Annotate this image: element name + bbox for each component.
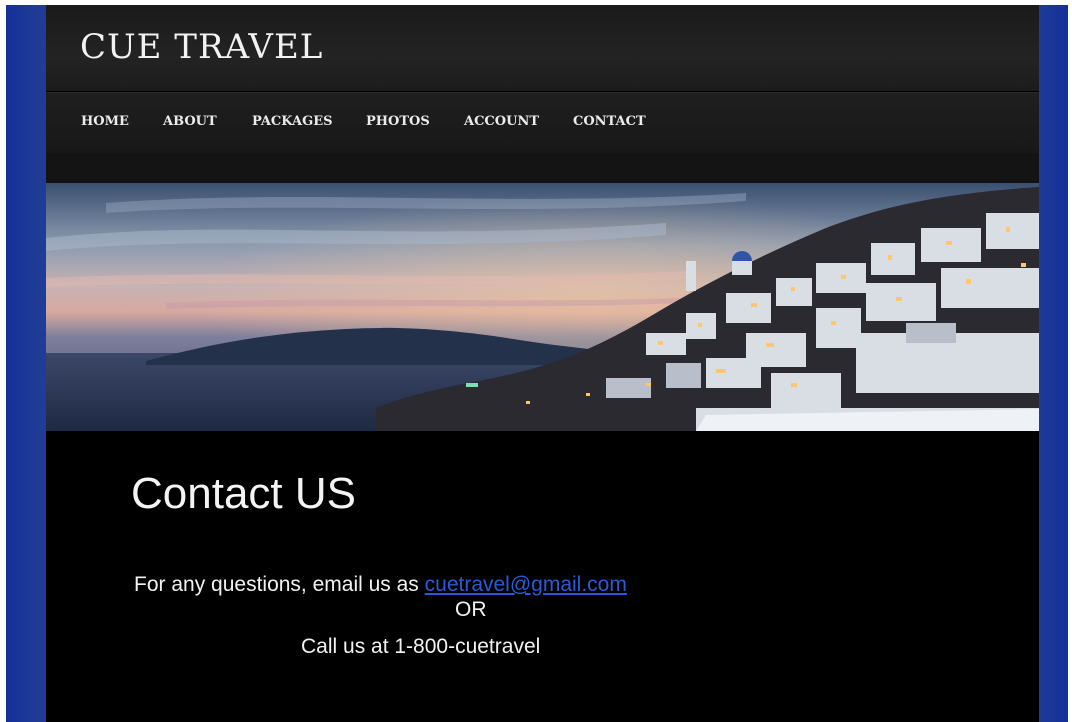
nav-item-about[interactable]: ABOUT [163, 114, 217, 129]
nav-item-account[interactable]: ACCOUNT [464, 114, 539, 129]
phone-text: Call us at 1-800-cuetravel [301, 635, 541, 658]
page-title: Contact US [131, 469, 356, 518]
browser-frame: CUE TRAVEL HOME ABOUT PACKAGES PHOTOS AC… [6, 5, 1068, 722]
contact-section: Contact US For any questions, email us a… [46, 431, 1039, 722]
website: CUE TRAVEL HOME ABOUT PACKAGES PHOTOS AC… [46, 5, 1039, 722]
nav-item-packages[interactable]: PACKAGES [252, 114, 333, 129]
site-logo[interactable]: CUE TRAVEL [80, 27, 323, 67]
nav-item-home[interactable]: HOME [81, 114, 129, 129]
nav-item-contact[interactable]: CONTACT [573, 114, 646, 129]
hero-banner-image [46, 183, 1039, 431]
nav-item-photos[interactable]: PHOTOS [366, 114, 430, 129]
email-line: For any questions, email us as cuetravel… [134, 573, 627, 597]
header-spacer [46, 153, 1039, 183]
main-nav: HOME ABOUT PACKAGES PHOTOS ACCOUNT CONTA… [46, 92, 1039, 154]
or-text: OR [455, 598, 487, 621]
site-header: CUE TRAVEL [46, 5, 1039, 91]
email-prefix-text: For any questions, email us as [134, 573, 425, 596]
email-link[interactable]: cuetravel@gmail.com [425, 573, 627, 596]
